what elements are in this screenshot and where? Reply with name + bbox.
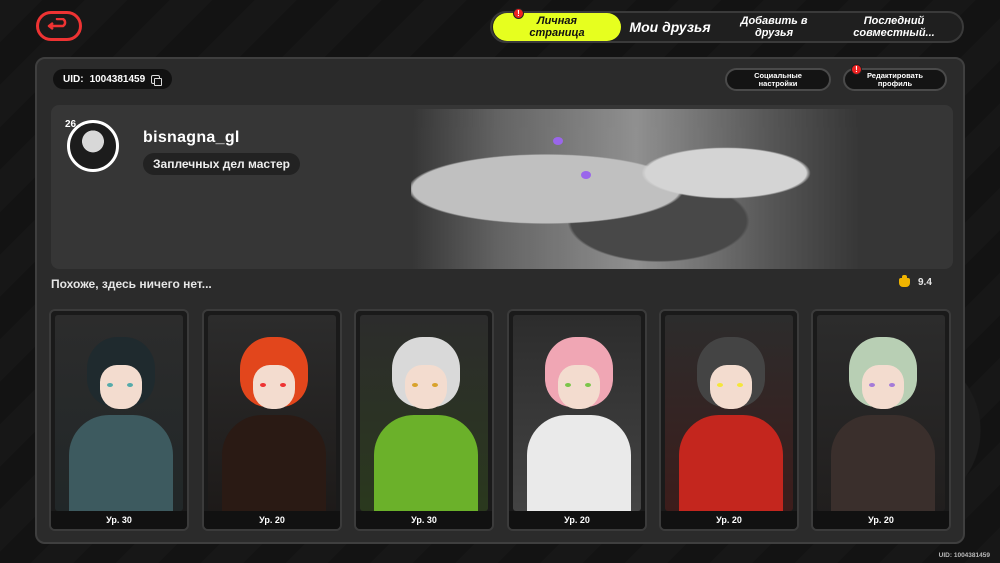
- character-level: Ур. 30: [51, 511, 187, 529]
- trophy-icon: [899, 275, 910, 287]
- back-button[interactable]: [36, 11, 82, 41]
- tab-label: Личная страница: [529, 15, 585, 39]
- uid-display: UID: 1004381459: [53, 69, 173, 89]
- profile-panel: UID: 1004381459 Социальные настройки ! Р…: [35, 57, 965, 544]
- tab-last-coop[interactable]: Последний совместный...: [829, 13, 959, 41]
- social-settings-label: Социальные настройки: [754, 70, 802, 88]
- character-body-shape: [374, 415, 478, 511]
- character-body-shape: [69, 415, 173, 511]
- character-face-shape: [558, 365, 600, 409]
- character-body-shape: [222, 415, 326, 511]
- copy-icon[interactable]: [151, 74, 163, 86]
- character-body-shape: [679, 415, 783, 511]
- tab-label: Мои друзья: [629, 19, 711, 35]
- character-eye-right: [585, 383, 591, 387]
- character-eye-left: [107, 383, 113, 387]
- character-card[interactable]: Ур. 30: [354, 309, 494, 531]
- character-portrait: [665, 315, 793, 511]
- character-body-shape: [527, 415, 631, 511]
- character-card[interactable]: Ур. 20: [202, 309, 342, 531]
- character-eye-left: [412, 383, 418, 387]
- avatar[interactable]: [67, 120, 119, 172]
- character-body-shape: [831, 415, 935, 511]
- edit-profile-button[interactable]: ! Редактировать профиль: [843, 64, 947, 91]
- character-eye-right: [889, 383, 895, 387]
- profile-tabs: ! Личная страница Мои друзья Добавить в …: [490, 8, 964, 43]
- profile-card: 26 bisnagna_gl Заплечных дел мастер: [51, 105, 953, 269]
- character-card[interactable]: Ур. 30: [49, 309, 189, 531]
- character-eye-right: [280, 383, 286, 387]
- tab-add-friends[interactable]: Добавить в друзья: [719, 13, 829, 41]
- character-showcase: Ур. 30 Ур. 20 Ур. 30 Ур. 20 Ур. 20 Ур. 2…: [49, 309, 955, 533]
- tab-personal-page[interactable]: ! Личная страница: [493, 8, 621, 41]
- banner-eye-right: [581, 171, 591, 179]
- character-portrait: [208, 315, 336, 511]
- back-arrow-icon: [47, 18, 67, 30]
- character-eye-left: [869, 383, 875, 387]
- character-portrait: [513, 315, 641, 511]
- uid-label: UID:: [63, 73, 84, 85]
- profile-banner-image: [411, 109, 861, 269]
- character-level: Ур. 20: [204, 511, 340, 529]
- character-card[interactable]: Ур. 20: [811, 309, 951, 531]
- edit-profile-label: Редактировать профиль: [866, 70, 924, 88]
- character-level: Ур. 20: [813, 511, 949, 529]
- character-eye-right: [127, 383, 133, 387]
- character-face-shape: [710, 365, 752, 409]
- social-settings-button[interactable]: Социальные настройки: [725, 68, 831, 91]
- character-eye-left: [565, 383, 571, 387]
- character-face-shape: [100, 365, 142, 409]
- character-card[interactable]: Ур. 20: [507, 309, 647, 531]
- tab-my-friends[interactable]: Мои друзья: [621, 13, 719, 41]
- notification-badge: !: [513, 8, 524, 19]
- character-card[interactable]: Ур. 20: [659, 309, 799, 531]
- character-level: Ур. 30: [356, 511, 492, 529]
- notification-badge: !: [851, 64, 862, 75]
- character-eye-right: [737, 383, 743, 387]
- tab-label: Последний совместный...: [853, 15, 935, 39]
- character-eye-left: [260, 383, 266, 387]
- character-portrait: [55, 315, 183, 511]
- achievement-score: 9.4: [899, 275, 932, 288]
- character-face-shape: [253, 365, 295, 409]
- character-level: Ур. 20: [661, 511, 797, 529]
- username: bisnagna_gl: [143, 129, 240, 146]
- uid-value: 1004381459: [89, 73, 146, 85]
- footer-uid: UID: 1004381459: [938, 552, 990, 559]
- banner-eye-left: [553, 137, 563, 145]
- tab-label: Добавить в друзья: [740, 15, 808, 39]
- character-portrait: [360, 315, 488, 511]
- profile-signature: Похоже, здесь ничего нет...: [51, 277, 212, 291]
- character-portrait: [817, 315, 945, 511]
- achievement-value: 9.4: [918, 277, 932, 288]
- character-face-shape: [405, 365, 447, 409]
- player-title: Заплечных дел мастер: [143, 153, 300, 175]
- character-eye-right: [432, 383, 438, 387]
- character-eye-left: [717, 383, 723, 387]
- character-level: Ур. 20: [509, 511, 645, 529]
- character-face-shape: [862, 365, 904, 409]
